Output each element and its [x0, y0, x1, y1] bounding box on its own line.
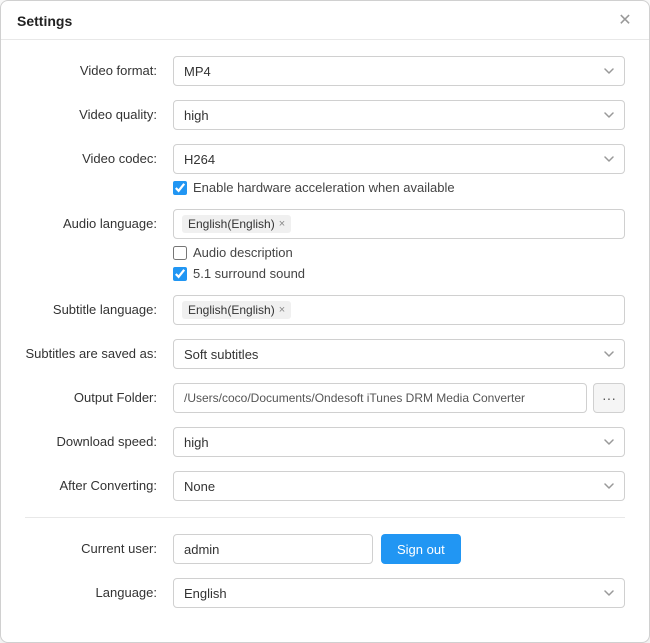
audio-language-tag-text: English(English)	[188, 217, 275, 231]
after-converting-row: After Converting: None Open folder Shutd…	[25, 471, 625, 501]
surround-sound-checkbox[interactable]	[173, 267, 187, 281]
section-divider	[25, 517, 625, 518]
close-button[interactable]: ✕	[617, 13, 633, 29]
window-title: Settings	[17, 13, 72, 29]
video-format-select[interactable]: MP4 MOV MKV AVI	[173, 56, 625, 86]
video-codec-control: H264 H265 VP9 Enable hardware accelerati…	[173, 144, 625, 195]
language-select[interactable]: English Chinese Japanese French	[173, 578, 625, 608]
language-control: English Chinese Japanese French	[173, 578, 625, 608]
current-user-wrap: Sign out	[173, 534, 625, 564]
audio-language-tag-input[interactable]: English(English) ×	[173, 209, 625, 239]
video-format-control: MP4 MOV MKV AVI	[173, 56, 625, 86]
video-quality-label: Video quality:	[25, 100, 173, 122]
download-speed-row: Download speed: high medium low	[25, 427, 625, 457]
hw-acceleration-row: Enable hardware acceleration when availa…	[173, 180, 625, 195]
video-quality-row: Video quality: high medium low	[25, 100, 625, 130]
subtitle-language-tag-text: English(English)	[188, 303, 275, 317]
subtitle-language-row: Subtitle language: English(English) ×	[25, 295, 625, 325]
settings-content: Video format: MP4 MOV MKV AVI Video qual…	[1, 40, 649, 642]
audio-language-tag-close[interactable]: ×	[279, 219, 285, 230]
current-user-row: Current user: Sign out	[25, 534, 625, 564]
surround-sound-row: 5.1 surround sound	[173, 266, 625, 281]
hw-acceleration-checkbox[interactable]	[173, 181, 187, 195]
title-bar: Settings ✕	[1, 1, 649, 40]
audio-description-label: Audio description	[193, 245, 293, 260]
output-folder-input[interactable]	[173, 383, 587, 413]
current-user-label: Current user:	[25, 534, 173, 556]
subtitle-language-control: English(English) ×	[173, 295, 625, 325]
output-folder-row: Output Folder: ···	[25, 383, 625, 413]
subtitle-language-tag: English(English) ×	[182, 301, 291, 319]
settings-window: Settings ✕ Video format: MP4 MOV MKV AVI…	[0, 0, 650, 643]
audio-description-row: Audio description	[173, 245, 625, 260]
subtitle-language-tag-close[interactable]: ×	[279, 305, 285, 316]
output-folder-wrap: ···	[173, 383, 625, 413]
audio-language-tag: English(English) ×	[182, 215, 291, 233]
video-codec-select[interactable]: H264 H265 VP9	[173, 144, 625, 174]
download-speed-control: high medium low	[173, 427, 625, 457]
after-converting-label: After Converting:	[25, 471, 173, 493]
surround-sound-label: 5.1 surround sound	[193, 266, 305, 281]
output-folder-control: ···	[173, 383, 625, 413]
output-folder-label: Output Folder:	[25, 383, 173, 405]
current-user-control: Sign out	[173, 534, 625, 564]
subtitle-language-label: Subtitle language:	[25, 295, 173, 317]
download-speed-select[interactable]: high medium low	[173, 427, 625, 457]
language-label: Language:	[25, 578, 173, 600]
audio-language-row: Audio language: English(English) × Audio…	[25, 209, 625, 281]
video-codec-row: Video codec: H264 H265 VP9 Enable hardwa…	[25, 144, 625, 195]
audio-language-label: Audio language:	[25, 209, 173, 231]
subtitle-language-tag-input[interactable]: English(English) ×	[173, 295, 625, 325]
subtitles-saved-select[interactable]: Soft subtitles Hard subtitles None	[173, 339, 625, 369]
hw-acceleration-label: Enable hardware acceleration when availa…	[193, 180, 455, 195]
audio-description-checkbox[interactable]	[173, 246, 187, 260]
video-quality-select[interactable]: high medium low	[173, 100, 625, 130]
sign-out-button[interactable]: Sign out	[381, 534, 461, 564]
output-folder-browse-button[interactable]: ···	[593, 383, 625, 413]
audio-language-control: English(English) × Audio description 5.1…	[173, 209, 625, 281]
subtitles-saved-label: Subtitles are saved as:	[25, 339, 173, 361]
after-converting-select[interactable]: None Open folder Shutdown	[173, 471, 625, 501]
subtitles-saved-row: Subtitles are saved as: Soft subtitles H…	[25, 339, 625, 369]
video-codec-label: Video codec:	[25, 144, 173, 166]
video-format-row: Video format: MP4 MOV MKV AVI	[25, 56, 625, 86]
subtitles-saved-control: Soft subtitles Hard subtitles None	[173, 339, 625, 369]
after-converting-control: None Open folder Shutdown	[173, 471, 625, 501]
language-row: Language: English Chinese Japanese Frenc…	[25, 578, 625, 608]
video-format-label: Video format:	[25, 56, 173, 78]
video-quality-control: high medium low	[173, 100, 625, 130]
current-user-input[interactable]	[173, 534, 373, 564]
download-speed-label: Download speed:	[25, 427, 173, 449]
